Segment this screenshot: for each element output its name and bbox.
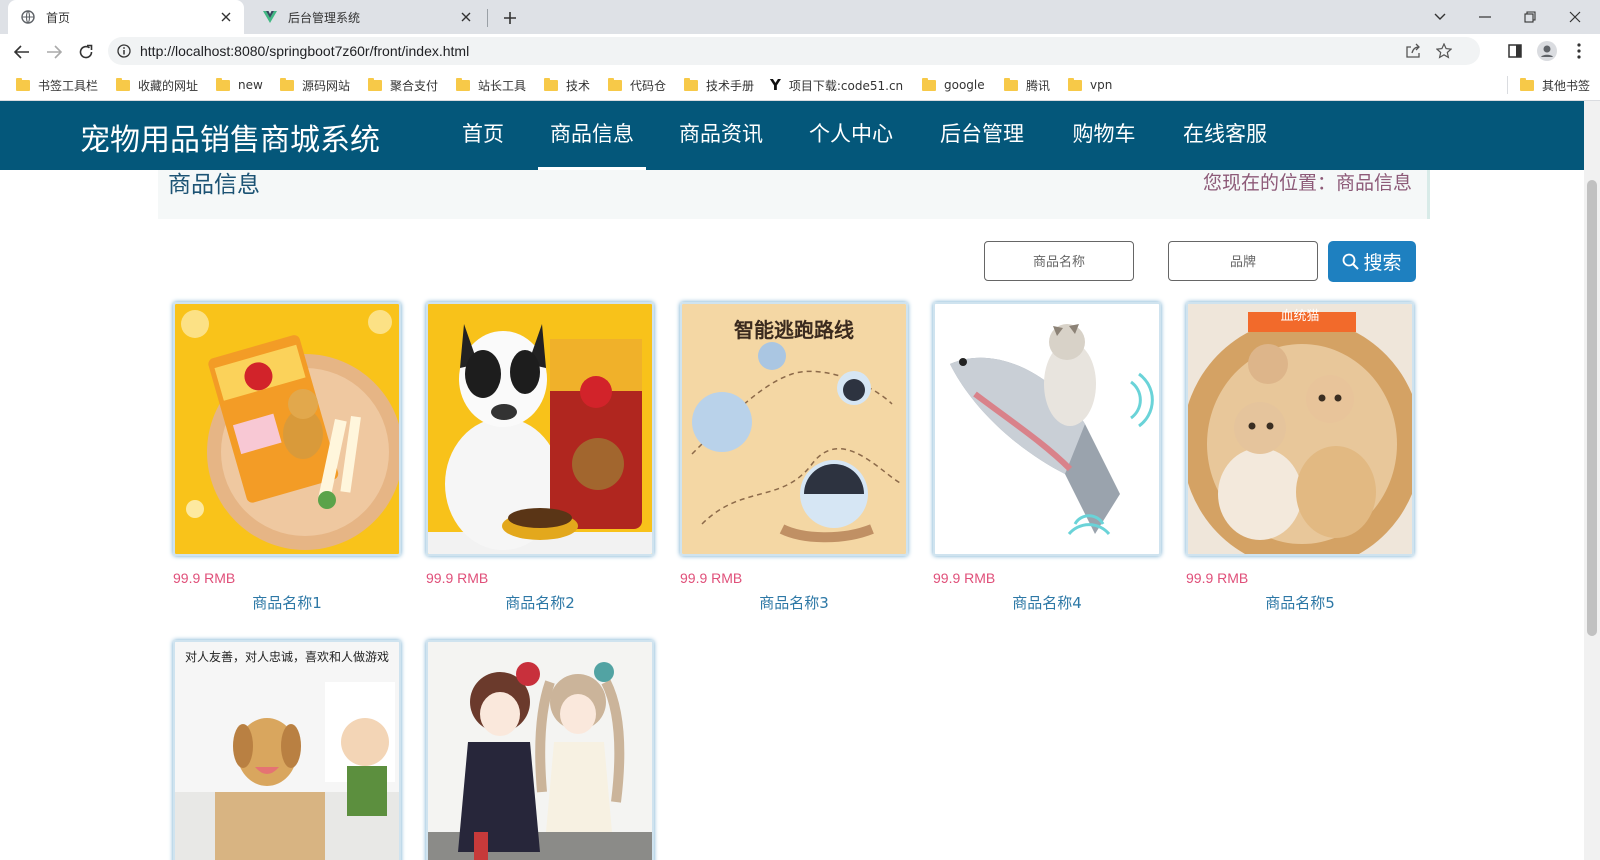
site-title: 宠物用品销售商城系统: [80, 123, 380, 158]
profile-avatar-icon[interactable]: [1536, 40, 1558, 62]
folder-icon: [1520, 77, 1534, 91]
breadcrumb: 商品信息 您现在的位置：商品信息: [158, 170, 1430, 219]
product-image-text: 血统猫: [1280, 309, 1320, 324]
product-image-text: 对人友善，对人忠诚，喜欢和人做游戏: [184, 650, 389, 664]
folder-icon: [1068, 77, 1082, 91]
product-price: 99.9 RMB: [680, 570, 743, 586]
search-button-label: 搜索: [1363, 252, 1402, 274]
product-name[interactable]: 商品名称5: [1186, 592, 1414, 613]
product-price: 99.9 RMB: [933, 570, 996, 586]
reload-icon[interactable]: [74, 40, 98, 64]
close-tab-icon[interactable]: [218, 9, 234, 25]
more-menu-icon[interactable]: [1568, 40, 1590, 62]
bookmark-item[interactable]: 书签工具栏: [16, 76, 98, 94]
browser-tab-strip: 首页 后台管理系统: [0, 0, 1600, 34]
product-name[interactable]: 商品名称4: [933, 592, 1161, 613]
product-image[interactable]: 血统猫: [1186, 302, 1414, 556]
nav-cart[interactable]: 购物车: [1068, 101, 1140, 170]
other-bookmarks[interactable]: 其他书签: [1520, 76, 1590, 94]
bookmarks-bar: 书签工具栏 收藏的网址 new 源码网站 聚合支付 站长工具 技术 代码仓 技术…: [0, 68, 1600, 101]
nav-support[interactable]: 在线客服: [1180, 101, 1270, 170]
nav-products[interactable]: 商品信息: [538, 101, 646, 170]
product-name[interactable]: 商品名称1: [173, 592, 401, 613]
product-image[interactable]: [173, 302, 401, 556]
folder-icon: [1004, 77, 1018, 91]
url-text: http://localhost:8080/springboot7z60r/fr…: [140, 43, 470, 59]
minimize-icon[interactable]: [1473, 5, 1497, 29]
y-logo-icon: Y: [770, 76, 781, 94]
site-info-icon[interactable]: [116, 43, 132, 59]
address-bar[interactable]: http://localhost:8080/springboot7z60r/fr…: [108, 37, 1480, 65]
forward-arrow-icon[interactable]: [42, 40, 66, 64]
tab-divider: [487, 9, 488, 27]
tab-home[interactable]: 首页: [8, 0, 244, 34]
product-price: 99.9 RMB: [173, 570, 236, 586]
folder-icon: [16, 77, 30, 91]
product-image[interactable]: [426, 302, 654, 556]
tab-title: 首页: [46, 10, 71, 25]
folder-icon: [684, 77, 698, 91]
folder-icon: [922, 77, 936, 91]
product-price: 99.9 RMB: [1186, 570, 1249, 586]
bookmark-item[interactable]: 源码网站: [280, 76, 350, 94]
nav-news[interactable]: 商品资讯: [676, 101, 766, 170]
vue-logo-icon: [262, 9, 278, 25]
close-tab-icon[interactable]: [458, 9, 474, 25]
tab-search-chevron-icon[interactable]: [1428, 5, 1452, 29]
site-header: 宠物用品销售商城系统 首页 商品信息 商品资讯 个人中心 后台管理 购物车 在线…: [0, 101, 1584, 170]
product-name[interactable]: 商品名称3: [680, 592, 908, 613]
bookmark-item[interactable]: 技术手册: [684, 76, 754, 94]
scrollbar-thumb[interactable]: [1587, 180, 1597, 636]
location-text: 您现在的位置：商品信息: [1202, 172, 1412, 194]
bookmarks-divider: [1507, 76, 1508, 94]
globe-icon: [20, 9, 36, 25]
restore-icon[interactable]: [1518, 5, 1542, 29]
back-arrow-icon[interactable]: [10, 40, 34, 64]
folder-icon: [368, 77, 382, 91]
bookmark-star-icon[interactable]: [1435, 42, 1453, 60]
bookmark-item[interactable]: vpn: [1068, 76, 1112, 94]
folder-icon: [608, 77, 622, 91]
bookmark-item[interactable]: google: [922, 76, 985, 94]
bookmark-item[interactable]: 收藏的网址: [116, 76, 198, 94]
product-name[interactable]: 商品名称2: [426, 592, 654, 613]
page-title: 商品信息: [168, 172, 260, 198]
product-image-text: 智能逃跑路线: [734, 318, 854, 342]
brand-input[interactable]: [1168, 241, 1318, 281]
bookmark-item[interactable]: new: [216, 76, 263, 94]
product-price: 99.9 RMB: [426, 570, 489, 586]
bookmark-item[interactable]: 代码仓: [608, 76, 666, 94]
nav-admin[interactable]: 后台管理: [937, 101, 1027, 170]
new-tab-icon[interactable]: [499, 7, 521, 29]
folder-icon: [456, 77, 470, 91]
bookmark-item[interactable]: 聚合支付: [368, 76, 438, 94]
search-icon: [1342, 253, 1360, 270]
product-image[interactable]: 对人友善，对人忠诚，喜欢和人做游戏: [173, 640, 401, 860]
product-image[interactable]: 智能逃跑路线: [680, 302, 908, 556]
side-panel-icon[interactable]: [1504, 40, 1526, 62]
folder-icon: [216, 77, 230, 91]
tab-title: 后台管理系统: [288, 10, 361, 25]
tab-admin[interactable]: 后台管理系统: [250, 0, 484, 34]
bookmark-item[interactable]: 站长工具: [456, 76, 526, 94]
product-image[interactable]: [933, 302, 1161, 556]
browser-toolbar: http://localhost:8080/springboot7z60r/fr…: [0, 34, 1600, 68]
nav-profile[interactable]: 个人中心: [806, 101, 896, 170]
folder-icon: [116, 77, 130, 91]
folder-icon: [544, 77, 558, 91]
nav-home[interactable]: 首页: [456, 101, 510, 170]
bookmark-item[interactable]: 技术: [544, 76, 590, 94]
product-name-input[interactable]: [984, 241, 1134, 281]
share-icon[interactable]: [1404, 42, 1422, 60]
search-button[interactable]: 搜索: [1328, 241, 1416, 282]
bookmark-item[interactable]: Y 项目下载:code51.cn: [770, 76, 903, 94]
close-window-icon[interactable]: [1563, 5, 1587, 29]
folder-icon: [280, 77, 294, 91]
product-image[interactable]: [426, 640, 654, 860]
bookmark-item[interactable]: 腾讯: [1004, 76, 1050, 94]
